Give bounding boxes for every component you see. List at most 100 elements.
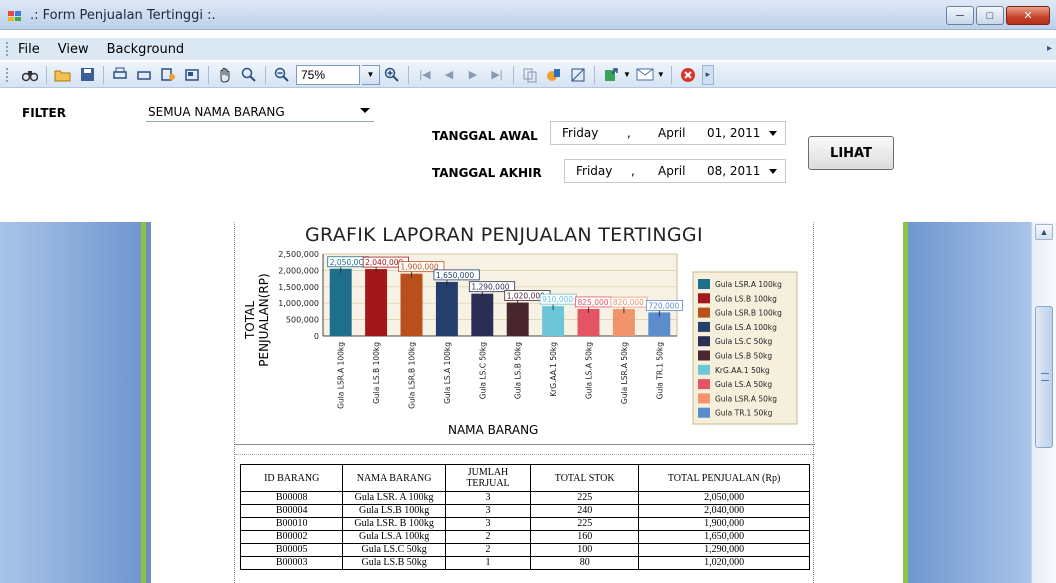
x-category-label: Gula LS.C 50kg xyxy=(478,342,487,399)
maximize-button[interactable]: □ xyxy=(976,6,1004,25)
send-email-button[interactable] xyxy=(635,65,655,85)
find-button[interactable] xyxy=(20,65,40,85)
row-id-cell: B00002 xyxy=(239,530,344,544)
data-label: 1,900,000 xyxy=(401,263,439,272)
end-date-daynum: 08, 2011 xyxy=(707,164,761,178)
viewer-right-margin xyxy=(903,222,1031,583)
next-page-icon: ▶ xyxy=(468,69,478,81)
title-bar[interactable]: .: Form Penjualan Tertinggi :. ─ □ ✕ xyxy=(0,0,1056,30)
row-total-cell: 1,290,000 xyxy=(638,543,810,557)
column-header-stok: TOTAL STOK xyxy=(530,464,640,492)
row-id-cell: B00005 xyxy=(239,543,344,557)
page-setup-button[interactable] xyxy=(158,65,178,85)
lihat-button[interactable]: LIHAT xyxy=(808,136,894,170)
save-button[interactable] xyxy=(77,65,97,85)
toolbar-grip xyxy=(6,67,10,82)
x-category-label: Gula LS.B 100kg xyxy=(372,342,381,404)
legend-entry: Gula LS.C 50kg xyxy=(715,337,772,346)
chevron-down-icon xyxy=(769,131,777,136)
row-id-cell: B00010 xyxy=(239,517,344,531)
row-nama-cell: Gula LS.A 100kg xyxy=(342,530,446,544)
last-page-button[interactable]: ▶| xyxy=(487,65,507,85)
x-category-label: Gula LSR.B 100kg xyxy=(408,342,417,409)
background-button[interactable] xyxy=(568,65,588,85)
menu-file[interactable]: File xyxy=(18,42,40,57)
email-dropdown-icon[interactable]: ▼ xyxy=(657,70,665,79)
y-tick-label: 2,000,000 xyxy=(278,266,319,275)
legend-swatch xyxy=(698,293,710,304)
row-nama-cell: Gula LSR. A 100kg xyxy=(342,491,446,505)
row-jumlah-cell: 3 xyxy=(444,491,532,505)
row-total-cell: 1,650,000 xyxy=(638,530,810,544)
chart-bar xyxy=(471,293,494,336)
legend-entry: Gula LS.B 100kg xyxy=(715,294,777,303)
print-layout-icon xyxy=(185,69,199,81)
data-label: 825,000 xyxy=(578,298,609,307)
legend-entry: KrG.AA.1 50kg xyxy=(715,366,770,375)
chart-bar xyxy=(542,306,565,336)
first-page-icon: |◀ xyxy=(419,69,431,81)
grip-icon xyxy=(1041,373,1049,381)
legend-swatch xyxy=(698,279,710,289)
open-button[interactable] xyxy=(53,65,73,85)
filter-item-dropdown[interactable]: SEMUA NAMA BARANG xyxy=(146,102,374,122)
start-date-picker[interactable]: Friday , April 01, 2011 xyxy=(550,121,786,145)
filter-label: FILTER xyxy=(22,106,66,120)
legend-swatch xyxy=(698,393,710,404)
toolbar-separator xyxy=(670,65,672,84)
row-id-cell: B00003 xyxy=(239,556,344,570)
minimize-button[interactable]: ─ xyxy=(946,6,974,25)
print-layout-button[interactable] xyxy=(182,65,202,85)
magnifier-icon xyxy=(241,67,256,82)
toolbar-overflow-button[interactable]: ▸ xyxy=(701,64,714,85)
pan-button[interactable] xyxy=(215,65,235,85)
zoom-level-value: 75% xyxy=(301,67,326,82)
chart-title: GRAFIK LAPORAN PENJUALAN TERTINGGI xyxy=(305,224,703,246)
sales-bar-chart: 2,500,000 2,000,000 1,500,000 1,000,000 500,… xyxy=(278,250,798,425)
multi-page-button[interactable] xyxy=(520,65,540,85)
end-date-picker[interactable]: Friday , April 08, 2011 xyxy=(564,159,786,183)
scroll-up-button[interactable]: ▲ xyxy=(1035,224,1053,240)
scrollbar-thumb[interactable] xyxy=(1035,306,1053,448)
zoom-out-button[interactable] xyxy=(272,65,292,85)
toolbar-separator xyxy=(46,65,47,84)
print-button[interactable] xyxy=(110,65,130,85)
menu-background[interactable]: Background xyxy=(107,42,185,57)
close-button[interactable]: ✕ xyxy=(1006,6,1050,25)
y-tick-label: 1,000,000 xyxy=(278,299,319,308)
zoom-level-input[interactable]: 75% xyxy=(296,64,360,85)
close-icon: ✕ xyxy=(1023,10,1033,22)
watermark-button[interactable] xyxy=(544,65,564,85)
report-viewer[interactable]: GRAFIK LAPORAN PENJUALAN TERTINGGI TOTAL… xyxy=(0,222,1056,583)
legend-entry: Gula LS.A 50kg xyxy=(715,380,772,389)
quick-print-button[interactable] xyxy=(134,65,154,85)
legend-entry: Gula LSR.B 100kg xyxy=(715,309,782,318)
end-date-month: April xyxy=(658,164,686,178)
chart-x-axis-label: NAMA BARANG xyxy=(448,423,539,437)
table-row: B00002 Gula LS.A 100kg 2 160 1,650,000 xyxy=(239,530,810,544)
vertical-scrollbar[interactable]: ▲ xyxy=(1031,222,1056,583)
zoom-in-button[interactable] xyxy=(382,65,402,85)
chart-bar xyxy=(365,269,388,336)
chart-bar xyxy=(577,308,600,336)
chevron-right-icon: ▸ xyxy=(705,69,711,79)
menu-view[interactable]: View xyxy=(58,42,89,57)
chevron-down-icon xyxy=(769,169,777,174)
x-category-label: Gula LSR.A 50kg xyxy=(620,342,629,404)
window-title: .: Form Penjualan Tertinggi :. xyxy=(30,8,216,23)
next-page-button[interactable]: ▶ xyxy=(463,65,483,85)
row-total-cell: 1,020,000 xyxy=(638,556,810,570)
table-row: B00004 Gula LS.B 100kg 3 240 2,040,000 xyxy=(239,504,810,518)
zoom-dropdown-button[interactable]: ▼ xyxy=(362,64,380,85)
filter-panel: FILTER SEMUA NAMA BARANG TANGGAL AWAL Fr… xyxy=(0,88,1056,222)
export-button[interactable] xyxy=(601,65,621,85)
data-label: 720,000 xyxy=(648,301,679,310)
export-dropdown-icon[interactable]: ▼ xyxy=(623,70,631,79)
close-preview-button[interactable] xyxy=(678,65,698,85)
prev-page-button[interactable]: ◀ xyxy=(439,65,459,85)
row-nama-cell: Gula LS.C 50kg xyxy=(342,543,446,557)
zoom-tool-button[interactable] xyxy=(239,65,259,85)
first-page-button[interactable]: |◀ xyxy=(415,65,435,85)
menu-overflow-icon[interactable]: ▸ xyxy=(1047,43,1052,54)
row-stok-cell: 80 xyxy=(530,556,640,570)
